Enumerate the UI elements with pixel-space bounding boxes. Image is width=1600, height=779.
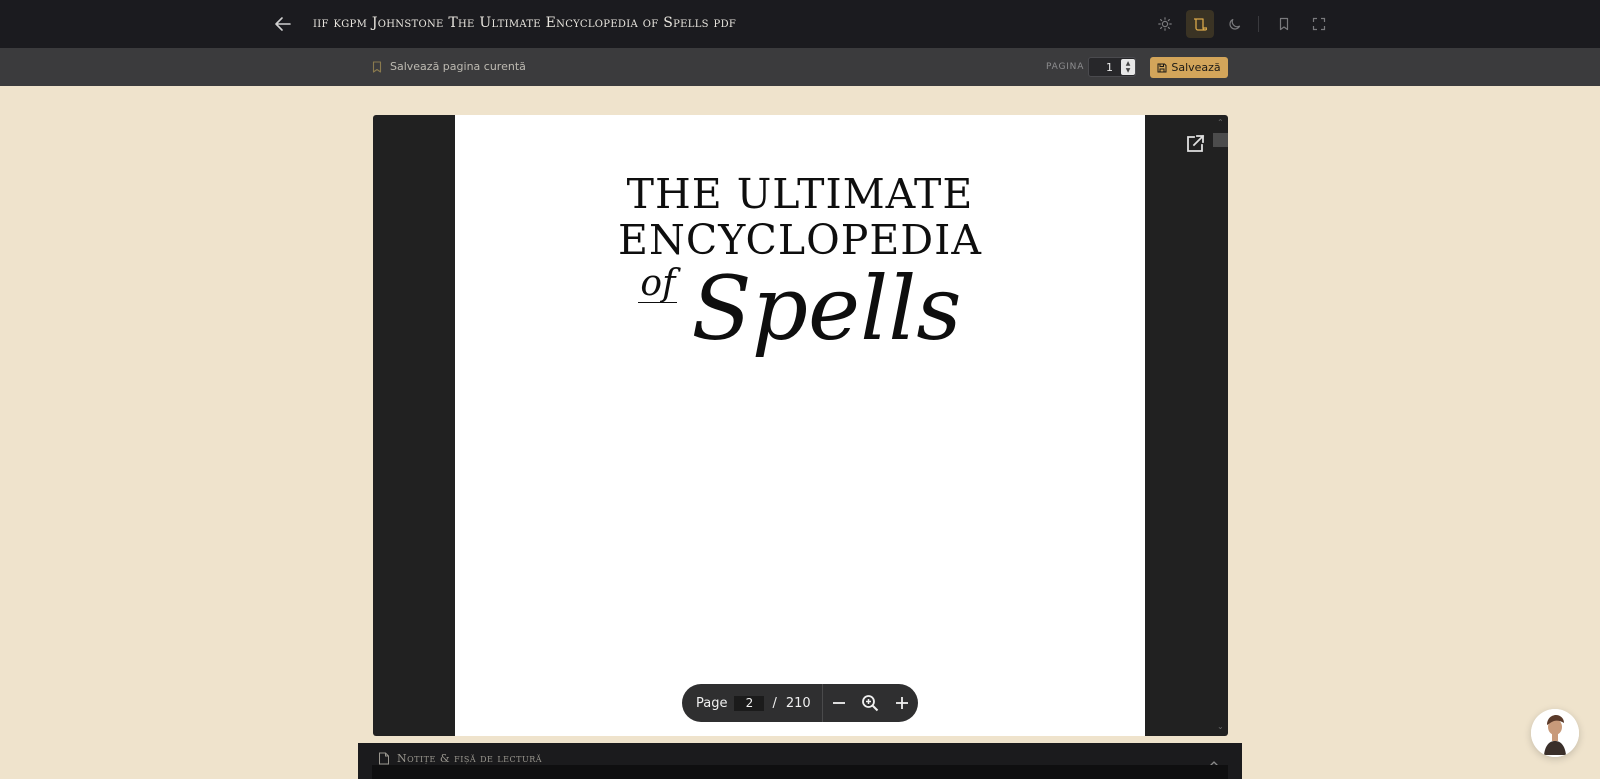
- person-avatar-icon: [1531, 709, 1579, 757]
- plus-icon: [896, 697, 909, 709]
- bookmark-icon[interactable]: [1270, 10, 1298, 38]
- page-save-bar: Salvează pagina curentă PAGINA ▲ ▼ Salve…: [0, 48, 1600, 86]
- book-title-line1: THE ULTIMATE: [626, 170, 974, 218]
- top-bar: iif kgpm Johnstone The Ultimate Encyclop…: [0, 0, 1600, 48]
- bookmark-icon: [372, 60, 382, 73]
- minus-icon: [832, 702, 845, 704]
- book-title-spells: Spells: [691, 257, 962, 360]
- zoom-reset-button[interactable]: [854, 684, 886, 722]
- save-button[interactable]: Salvează: [1150, 57, 1228, 78]
- scroll-icon[interactable]: [1186, 10, 1214, 38]
- toolbar-divider: [1258, 16, 1259, 32]
- notes-panel: Notițe & fișă de lectură: [358, 743, 1242, 779]
- page-label: Page: [696, 695, 728, 711]
- sun-icon[interactable]: [1151, 10, 1179, 38]
- open-external-icon[interactable]: [1184, 133, 1206, 155]
- document-title: iif kgpm Johnstone The Ultimate Encyclop…: [313, 15, 737, 31]
- back-arrow-icon[interactable]: [272, 14, 294, 34]
- page-navigation-bar: Page / 210: [682, 684, 918, 722]
- fullscreen-icon[interactable]: [1305, 10, 1333, 38]
- scrollbar[interactable]: [1214, 115, 1228, 736]
- pagina-stepper[interactable]: ▲ ▼: [1121, 59, 1135, 75]
- pdf-page: THE ULTIMATE ENCYCLOPEDIA of Spells: [455, 115, 1145, 736]
- scroll-down-icon[interactable]: ⌄: [1217, 722, 1224, 731]
- book-title-of: of: [638, 263, 678, 304]
- book-title: THE ULTIMATE ENCYCLOPEDIA: [455, 171, 1145, 263]
- assistant-avatar[interactable]: [1531, 709, 1579, 757]
- document-icon: [379, 752, 389, 765]
- floppy-disk-icon: [1157, 63, 1167, 72]
- zoom-in-button[interactable]: [886, 684, 918, 722]
- page-separator: /: [772, 695, 777, 711]
- pagina-label: PAGINA: [1046, 62, 1085, 72]
- save-button-label: Salvează: [1171, 61, 1221, 74]
- moon-icon[interactable]: [1221, 10, 1249, 38]
- page-number-input[interactable]: [734, 695, 765, 711]
- notes-panel-toggle[interactable]: Notițe & fișă de lectură: [378, 752, 542, 765]
- zoom-out-button[interactable]: [823, 684, 855, 722]
- notes-content-area: [372, 765, 1228, 779]
- notes-panel-title: Notițe & fișă de lectură: [397, 752, 543, 765]
- chevron-down-icon[interactable]: ▼: [1126, 67, 1131, 74]
- save-current-page-label: Salvează pagina curentă: [390, 60, 526, 73]
- save-current-page-link[interactable]: Salvează pagina curentă: [372, 60, 526, 73]
- scrollbar-thumb[interactable]: [1213, 133, 1228, 147]
- zoom-icon: [862, 695, 879, 712]
- scroll-up-icon[interactable]: ⌃: [1217, 118, 1224, 127]
- total-pages: 210: [785, 695, 811, 711]
- book-subtitle: of Spells: [455, 265, 1145, 353]
- chevron-up-icon[interactable]: ▲: [1126, 60, 1131, 67]
- pdf-viewer[interactable]: THE ULTIMATE ENCYCLOPEDIA of Spells ⌃ ⌄: [373, 115, 1228, 736]
